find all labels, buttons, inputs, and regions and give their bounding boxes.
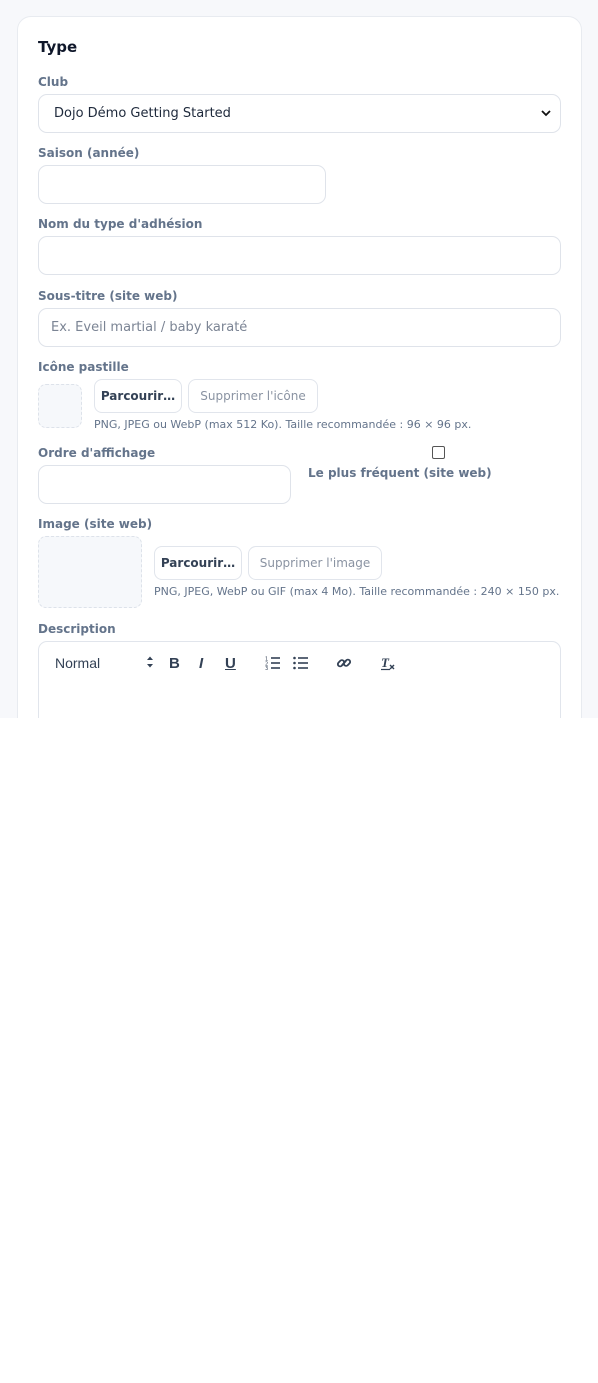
membership-name-label: Nom du type d'adhésion <box>38 217 203 231</box>
icon-remove-button[interactable]: Supprimer l'icône <box>188 379 318 413</box>
card-title: Type <box>38 38 78 56</box>
chevron-down-icon <box>541 110 551 117</box>
underline-icon: U <box>225 654 236 672</box>
club-label: Club <box>38 75 69 89</box>
club-select[interactable]: Dojo Démo Getting Started <box>38 94 561 133</box>
link-icon <box>336 658 352 668</box>
format-select-value: Normal <box>55 655 101 671</box>
svg-text:T: T <box>381 655 390 670</box>
icon-label: Icône pastille <box>38 360 129 374</box>
blank-area <box>0 718 598 1383</box>
clear-format-icon: T <box>381 655 395 671</box>
season-input[interactable] <box>38 165 326 204</box>
bold-icon: B <box>169 654 180 672</box>
display-order-input[interactable] <box>38 465 291 504</box>
display-order-label: Ordre d'affichage <box>38 446 156 460</box>
icon-preview <box>38 384 82 428</box>
subtitle-label: Sous-titre (site web) <box>38 289 178 303</box>
subtitle-input[interactable] <box>38 308 561 347</box>
membership-type-card: Type Club Dojo Démo Getting Started Sais… <box>17 16 582 781</box>
underline-button[interactable]: U <box>225 654 236 672</box>
club-select-value: Dojo Démo Getting Started <box>54 106 231 121</box>
ordered-list-icon: 1 2 3 <box>265 657 280 670</box>
image-browse-button[interactable]: Parcourir… <box>154 546 242 580</box>
ordered-list-button[interactable]: 1 2 3 <box>265 654 281 672</box>
sort-arrows-icon <box>147 656 153 668</box>
description-label: Description <box>38 622 116 636</box>
svg-text:3: 3 <box>265 666 268 670</box>
bullet-list-button[interactable] <box>293 654 309 672</box>
image-preview <box>38 536 142 608</box>
italic-icon: I <box>199 654 204 672</box>
season-label: Saison (année) <box>38 146 140 160</box>
italic-button[interactable]: I <box>199 654 203 672</box>
image-hint: PNG, JPEG, WebP ou GIF (max 4 Mo). Taill… <box>154 585 560 598</box>
bold-button[interactable]: B <box>169 654 180 672</box>
icon-browse-button[interactable]: Parcourir… <box>94 379 182 413</box>
most-frequent-label: Le plus fréquent (site web) <box>308 466 492 480</box>
icon-hint: PNG, JPEG ou WebP (max 512 Ko). Taille r… <box>94 418 472 431</box>
clear-format-button[interactable]: T <box>380 654 396 672</box>
membership-name-input[interactable] <box>38 236 561 275</box>
image-remove-button[interactable]: Supprimer l'image <box>248 546 382 580</box>
format-select[interactable]: Normal <box>55 654 153 672</box>
most-frequent-checkbox[interactable] <box>432 446 445 459</box>
bullet-list-icon <box>293 656 308 670</box>
link-button[interactable] <box>336 654 352 672</box>
image-label: Image (site web) <box>38 517 153 531</box>
